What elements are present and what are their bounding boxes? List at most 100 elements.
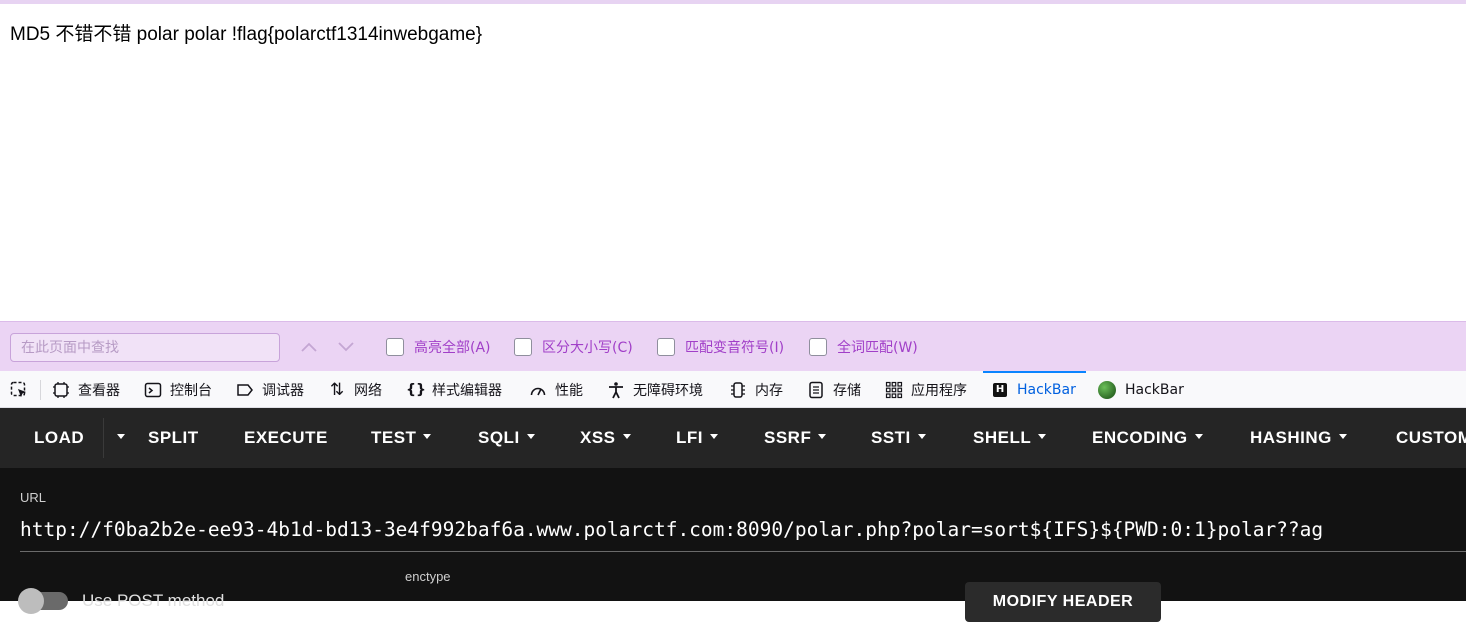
application-icon xyxy=(885,381,903,399)
tab-console[interactable]: 控制台 xyxy=(144,371,212,408)
caret-down-icon xyxy=(622,434,631,440)
caret-down-icon xyxy=(117,434,125,440)
caret-down-icon xyxy=(710,434,718,440)
tab-style-editor-label: 样式编辑器 xyxy=(432,382,502,399)
match-case-option[interactable]: 区分大小写(C) xyxy=(514,336,633,358)
tab-hackbar-label: HackBar xyxy=(1017,381,1076,398)
caret-down-icon xyxy=(526,434,535,440)
url-input[interactable]: http://f0ba2b2e-ee93-4b1d-bd13-3e4f992ba… xyxy=(20,518,1323,541)
caret-down-icon xyxy=(423,434,432,440)
tab-inspector[interactable]: 查看器 xyxy=(52,371,120,408)
tab-network-label: 网络 xyxy=(354,382,382,399)
tab-accessibility-label: 无障碍环境 xyxy=(633,382,703,399)
find-bar: 高亮全部(A) 区分大小写(C) 匹配变音符号(I) 全词匹配(W) xyxy=(0,321,1466,371)
tab-hackbar-legacy[interactable]: HackBar xyxy=(1098,371,1184,408)
performance-icon xyxy=(529,381,547,399)
tab-hackbar-active[interactable]: H HackBar xyxy=(983,371,1086,408)
custom-menu[interactable]: CUSTOM xyxy=(1396,408,1466,468)
hackbar-h-icon: H xyxy=(993,382,1007,397)
style-editor-icon: {} xyxy=(406,381,426,398)
highlight-all-label: 高亮全部(A) xyxy=(414,340,491,356)
load-dropdown-button[interactable] xyxy=(110,408,125,468)
tab-accessibility[interactable]: 无障碍环境 xyxy=(607,371,703,408)
ssti-menu[interactable]: SSTI xyxy=(871,408,926,468)
page-output-text: MD5 不错不错 polar polar !flag{polarctf1314i… xyxy=(10,24,483,45)
ssrf-menu[interactable]: SSRF xyxy=(764,408,827,468)
tab-console-label: 控制台 xyxy=(170,382,212,399)
ssti-menu-label: SSTI xyxy=(871,428,911,447)
split-button[interactable]: SPLIT xyxy=(148,408,199,468)
debugger-icon xyxy=(236,381,254,399)
find-input[interactable] xyxy=(10,333,280,362)
console-icon xyxy=(144,381,162,399)
url-input-underline xyxy=(20,551,1466,552)
storage-icon xyxy=(807,381,825,399)
hackbar-body: URL http://f0ba2b2e-ee93-4b1d-bd13-3e4f9… xyxy=(0,468,1466,622)
tab-performance[interactable]: 性能 xyxy=(529,371,583,408)
xss-menu-label: XSS xyxy=(580,428,616,447)
load-button[interactable]: LOAD xyxy=(34,408,84,468)
post-method-label: Use POST method xyxy=(82,591,225,610)
caret-down-icon xyxy=(1038,434,1047,440)
encoding-menu-label: ENCODING xyxy=(1092,428,1188,447)
test-menu[interactable]: TEST xyxy=(371,408,432,468)
tab-memory[interactable]: 内存 xyxy=(729,371,783,408)
tab-memory-label: 内存 xyxy=(755,382,783,399)
post-method-toggle-knob[interactable] xyxy=(18,588,44,614)
find-previous-button[interactable] xyxy=(296,336,322,358)
execute-button[interactable]: EXECUTE xyxy=(244,408,328,468)
tab-storage-label: 存储 xyxy=(833,382,861,399)
enctype-label: enctype xyxy=(405,569,451,584)
page-content: MD5 不错不错 polar polar !flag{polarctf1314i… xyxy=(0,4,1466,321)
match-case-checkbox[interactable] xyxy=(514,338,532,356)
accessibility-icon xyxy=(607,381,625,399)
tab-network[interactable]: ⇅ 网络 xyxy=(328,371,382,408)
match-diacritics-option[interactable]: 匹配变音符号(I) xyxy=(657,336,784,358)
hashing-menu-label: HASHING xyxy=(1250,428,1332,447)
caret-down-icon xyxy=(1194,434,1203,440)
tab-application-label: 应用程序 xyxy=(911,382,967,399)
hackbar-toolbar: LOAD SPLIT EXECUTE TEST SQLI XSS LFI SSR… xyxy=(0,408,1466,468)
shell-menu-label: SHELL xyxy=(973,428,1032,447)
tab-hackbar-legacy-label: HackBar xyxy=(1125,381,1184,398)
element-picker-icon xyxy=(10,381,28,399)
whole-words-label: 全词匹配(W) xyxy=(837,340,918,356)
sqli-menu[interactable]: SQLI xyxy=(478,408,535,468)
encoding-menu[interactable]: ENCODING xyxy=(1092,408,1203,468)
hashing-menu[interactable]: HASHING xyxy=(1250,408,1347,468)
caret-down-icon xyxy=(1338,434,1347,440)
inspector-icon xyxy=(52,381,70,399)
caret-down-icon xyxy=(917,434,926,440)
memory-icon xyxy=(729,381,747,399)
chevron-up-icon xyxy=(301,342,317,352)
lfi-menu[interactable]: LFI xyxy=(676,408,718,468)
shell-menu[interactable]: SHELL xyxy=(973,408,1047,468)
tab-inspector-label: 查看器 xyxy=(78,382,120,399)
highlight-all-checkbox[interactable] xyxy=(386,338,404,356)
tab-debugger[interactable]: 调试器 xyxy=(236,371,304,408)
tab-style-editor[interactable]: {} 样式编辑器 xyxy=(406,371,502,408)
xss-menu[interactable]: XSS xyxy=(580,408,631,468)
load-separator xyxy=(103,418,104,458)
match-diacritics-checkbox[interactable] xyxy=(657,338,675,356)
sqli-menu-label: SQLI xyxy=(478,428,520,447)
tab-debugger-label: 调试器 xyxy=(262,382,304,399)
toolbar-separator xyxy=(40,380,41,400)
hackbar-ball-icon xyxy=(1098,380,1116,399)
test-menu-label: TEST xyxy=(371,428,417,447)
lfi-menu-label: LFI xyxy=(676,428,703,447)
tab-performance-label: 性能 xyxy=(555,382,583,399)
modify-header-button[interactable]: MODIFY HEADER xyxy=(965,582,1161,622)
find-next-button[interactable] xyxy=(333,336,359,358)
chevron-down-icon xyxy=(338,342,354,352)
whole-words-option[interactable]: 全词匹配(W) xyxy=(809,336,918,358)
whole-words-checkbox[interactable] xyxy=(809,338,827,356)
url-label: URL xyxy=(20,490,47,505)
highlight-all-option[interactable]: 高亮全部(A) xyxy=(386,336,491,358)
devtools-tab-bar: 查看器 控制台 调试器 ⇅ 网络 {} 样式编辑器 性能 无障碍环境 内存 存储… xyxy=(0,371,1466,408)
ssrf-menu-label: SSRF xyxy=(764,428,812,447)
element-picker-button[interactable] xyxy=(10,371,36,408)
tab-storage[interactable]: 存储 xyxy=(807,371,861,408)
match-diacritics-label: 匹配变音符号(I) xyxy=(685,340,785,356)
tab-application[interactable]: 应用程序 xyxy=(885,371,967,408)
